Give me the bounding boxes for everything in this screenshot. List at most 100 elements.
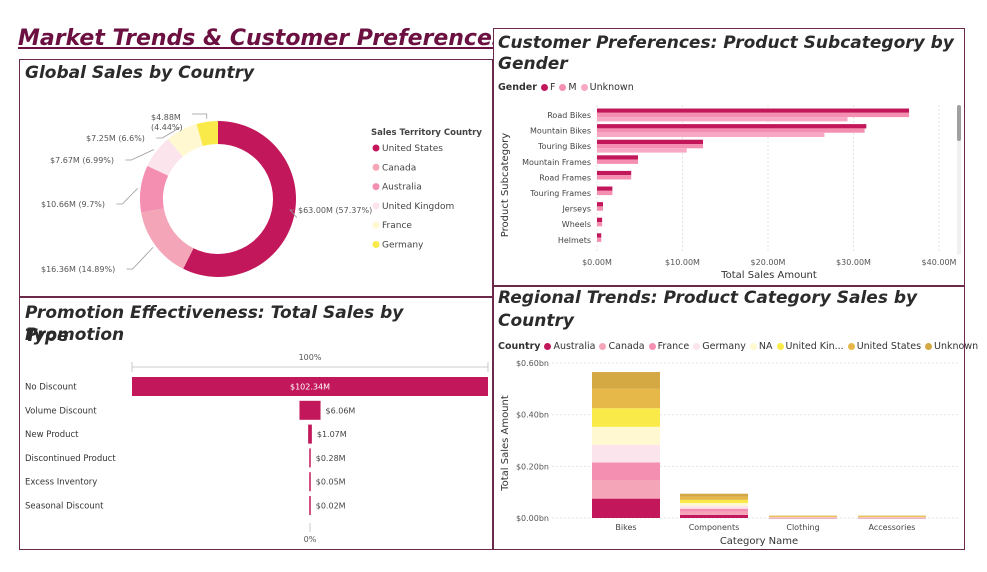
regional-legend: Country Australia Canada France Germany NA Uni…	[498, 341, 982, 352]
regional-bar-0-7	[592, 372, 660, 389]
regional-bar-0-4	[592, 426, 660, 445]
gender-bar-6-1	[597, 206, 603, 211]
gender-bar-4-0	[597, 170, 632, 176]
regional-bar-0-6	[592, 388, 660, 409]
regional-legend-item-2: France	[648, 341, 689, 352]
regional-bar-1-2	[680, 508, 748, 512]
regional-legend-marker-7	[925, 343, 933, 350]
donut-label-4: $7.25M (6.6%)	[86, 134, 145, 143]
gender-bar-4-1	[597, 175, 632, 180]
gender-category-label-8: Helmets	[558, 236, 591, 245]
regional-legend-label-4: NA	[758, 341, 773, 352]
gender-legend-item-1: M	[559, 82, 577, 93]
promo-bar-2	[308, 424, 312, 444]
gender-bar-3-0	[597, 155, 639, 160]
promo-category-label-0: No Discount	[25, 383, 77, 393]
promotion-title-line2: Type	[25, 326, 69, 346]
legend-marker-1	[372, 163, 380, 171]
gender-bar-7-1	[597, 222, 603, 227]
gender-xtick-4: $40.00M	[922, 258, 957, 267]
global-sales-donut-chart: $63.00M (57.37%) $16.36M (14.89%) $10.66M …	[41, 113, 482, 277]
leader-line-5	[192, 113, 208, 119]
gender-legend-label-1: M	[568, 82, 577, 93]
regional-bar-1-6	[680, 496, 748, 500]
regional-category-label-1: Components	[689, 523, 740, 532]
regional-bar-1-3	[680, 505, 748, 509]
gender-scrollbar-thumb	[957, 105, 961, 141]
regional-legend-marker-5	[776, 343, 784, 350]
regional-bar-1-1	[680, 511, 748, 515]
gender-bar-0-1	[597, 112, 910, 118]
promo-category-label-2: New Product	[25, 430, 79, 440]
gender-xtick-0: $0.00M	[582, 258, 612, 267]
gender-legend: Gender F M Unknown	[498, 82, 638, 93]
legend-label-5: Germany	[382, 241, 424, 251]
promo-category-label-5: Seasonal Discount	[25, 502, 104, 512]
gender-panel: Customer Preferences: Product Subcategor…	[493, 28, 965, 286]
donut-label-5-line2: (4.44%)	[151, 123, 183, 132]
regional-category-label-0: Bikes	[615, 523, 636, 532]
regional-legend-title: Country	[498, 341, 541, 352]
regional-legend-label-0: Australia	[553, 341, 596, 352]
regional-bar-1-4	[680, 503, 748, 506]
regional-bar-2-7	[769, 515, 837, 517]
gender-legend-item-0: F	[540, 82, 555, 93]
gender-category-label-0: Road Bikes	[547, 111, 591, 120]
regional-bar-1-7	[680, 493, 748, 497]
promo-bar-4	[309, 472, 311, 492]
promo-value-label-0: $102.34M	[290, 383, 330, 392]
promo-top-label: 100%	[299, 353, 322, 362]
gender-bar-5-1	[597, 190, 613, 196]
page-title: Market Trends & Customer Preferences	[18, 26, 505, 51]
regional-bar-1-5	[680, 499, 748, 504]
gender-y-axis-title: Product Subcategory	[500, 133, 511, 237]
regional-bar-2-6	[769, 516, 837, 517]
regional-legend-marker-1	[599, 343, 607, 350]
regional-category-label-3: Accessories	[869, 523, 916, 532]
promo-bar-3	[309, 448, 311, 468]
gender-bar-7-0	[597, 217, 603, 222]
regional-title-line1: Regional Trends: Product Category Sales …	[498, 288, 918, 308]
promo-value-label-2: $1.07M	[317, 430, 347, 439]
gender-bar-1-1	[597, 128, 865, 133]
regional-ytick-3: $0.60bn	[516, 359, 549, 368]
regional-panel: Regional Trends: Product Category Sales …	[493, 286, 978, 550]
legend-label-4: France	[382, 221, 412, 231]
gender-bar-8-1	[597, 237, 602, 242]
gender-category-label-1: Mountain Bikes	[530, 127, 591, 136]
gender-legend-item-2: Unknown	[580, 82, 634, 93]
donut-label-1: $16.36M (14.89%)	[41, 265, 115, 274]
legend-label-1: Canada	[382, 163, 416, 173]
gender-xtick-2: $20.00M	[751, 258, 786, 267]
regional-category-label-2: Clothing	[786, 523, 819, 532]
donut-label-0: $63.00M (57.37%)	[298, 206, 372, 215]
promo-category-label-4: Excess Inventory	[25, 478, 97, 488]
regional-legend-label-1: Canada	[608, 341, 645, 352]
regional-legend-item-6: United States	[847, 341, 921, 352]
leader-line-1	[126, 247, 154, 270]
gender-bar-1-0	[597, 124, 867, 129]
leader-line-3	[125, 149, 155, 161]
regional-bar-0-0	[592, 498, 660, 518]
regional-bar-0-5	[592, 408, 660, 427]
regional-legend-label-3: Germany	[702, 341, 746, 352]
regional-ytick-1: $0.20bn	[516, 462, 549, 471]
regional-x-axis-title: Category Name	[720, 536, 798, 547]
regional-bar-1-0	[680, 514, 748, 518]
regional-legend-item-1: Canada	[599, 341, 645, 352]
gender-bar-0-2	[597, 117, 848, 122]
global-sales-panel: Global Sales by Country $63.00M (57.37%)…	[19, 59, 493, 297]
regional-title-line2: Country	[498, 311, 574, 331]
regional-legend-marker-2	[648, 343, 656, 350]
global-sales-title: Global Sales by Country	[25, 63, 255, 83]
gender-category-label-7: Wheels	[562, 220, 591, 229]
legend-label-3: United Kingdom	[382, 202, 454, 212]
gender-bar-3-1	[597, 159, 639, 164]
promo-value-label-4: $0.05M	[316, 478, 346, 487]
regional-legend-label-7: Unknown	[934, 341, 979, 352]
regional-bar-3-6	[858, 516, 926, 517]
promotion-funnel-chart: 100% No Discount $102.34M Volume Discount $6…	[25, 353, 489, 544]
regional-legend-item-5: United Kin...	[776, 341, 844, 352]
regional-legend-item-0: Australia	[544, 341, 595, 352]
donut-label-2: $10.66M (9.7%)	[41, 200, 105, 209]
